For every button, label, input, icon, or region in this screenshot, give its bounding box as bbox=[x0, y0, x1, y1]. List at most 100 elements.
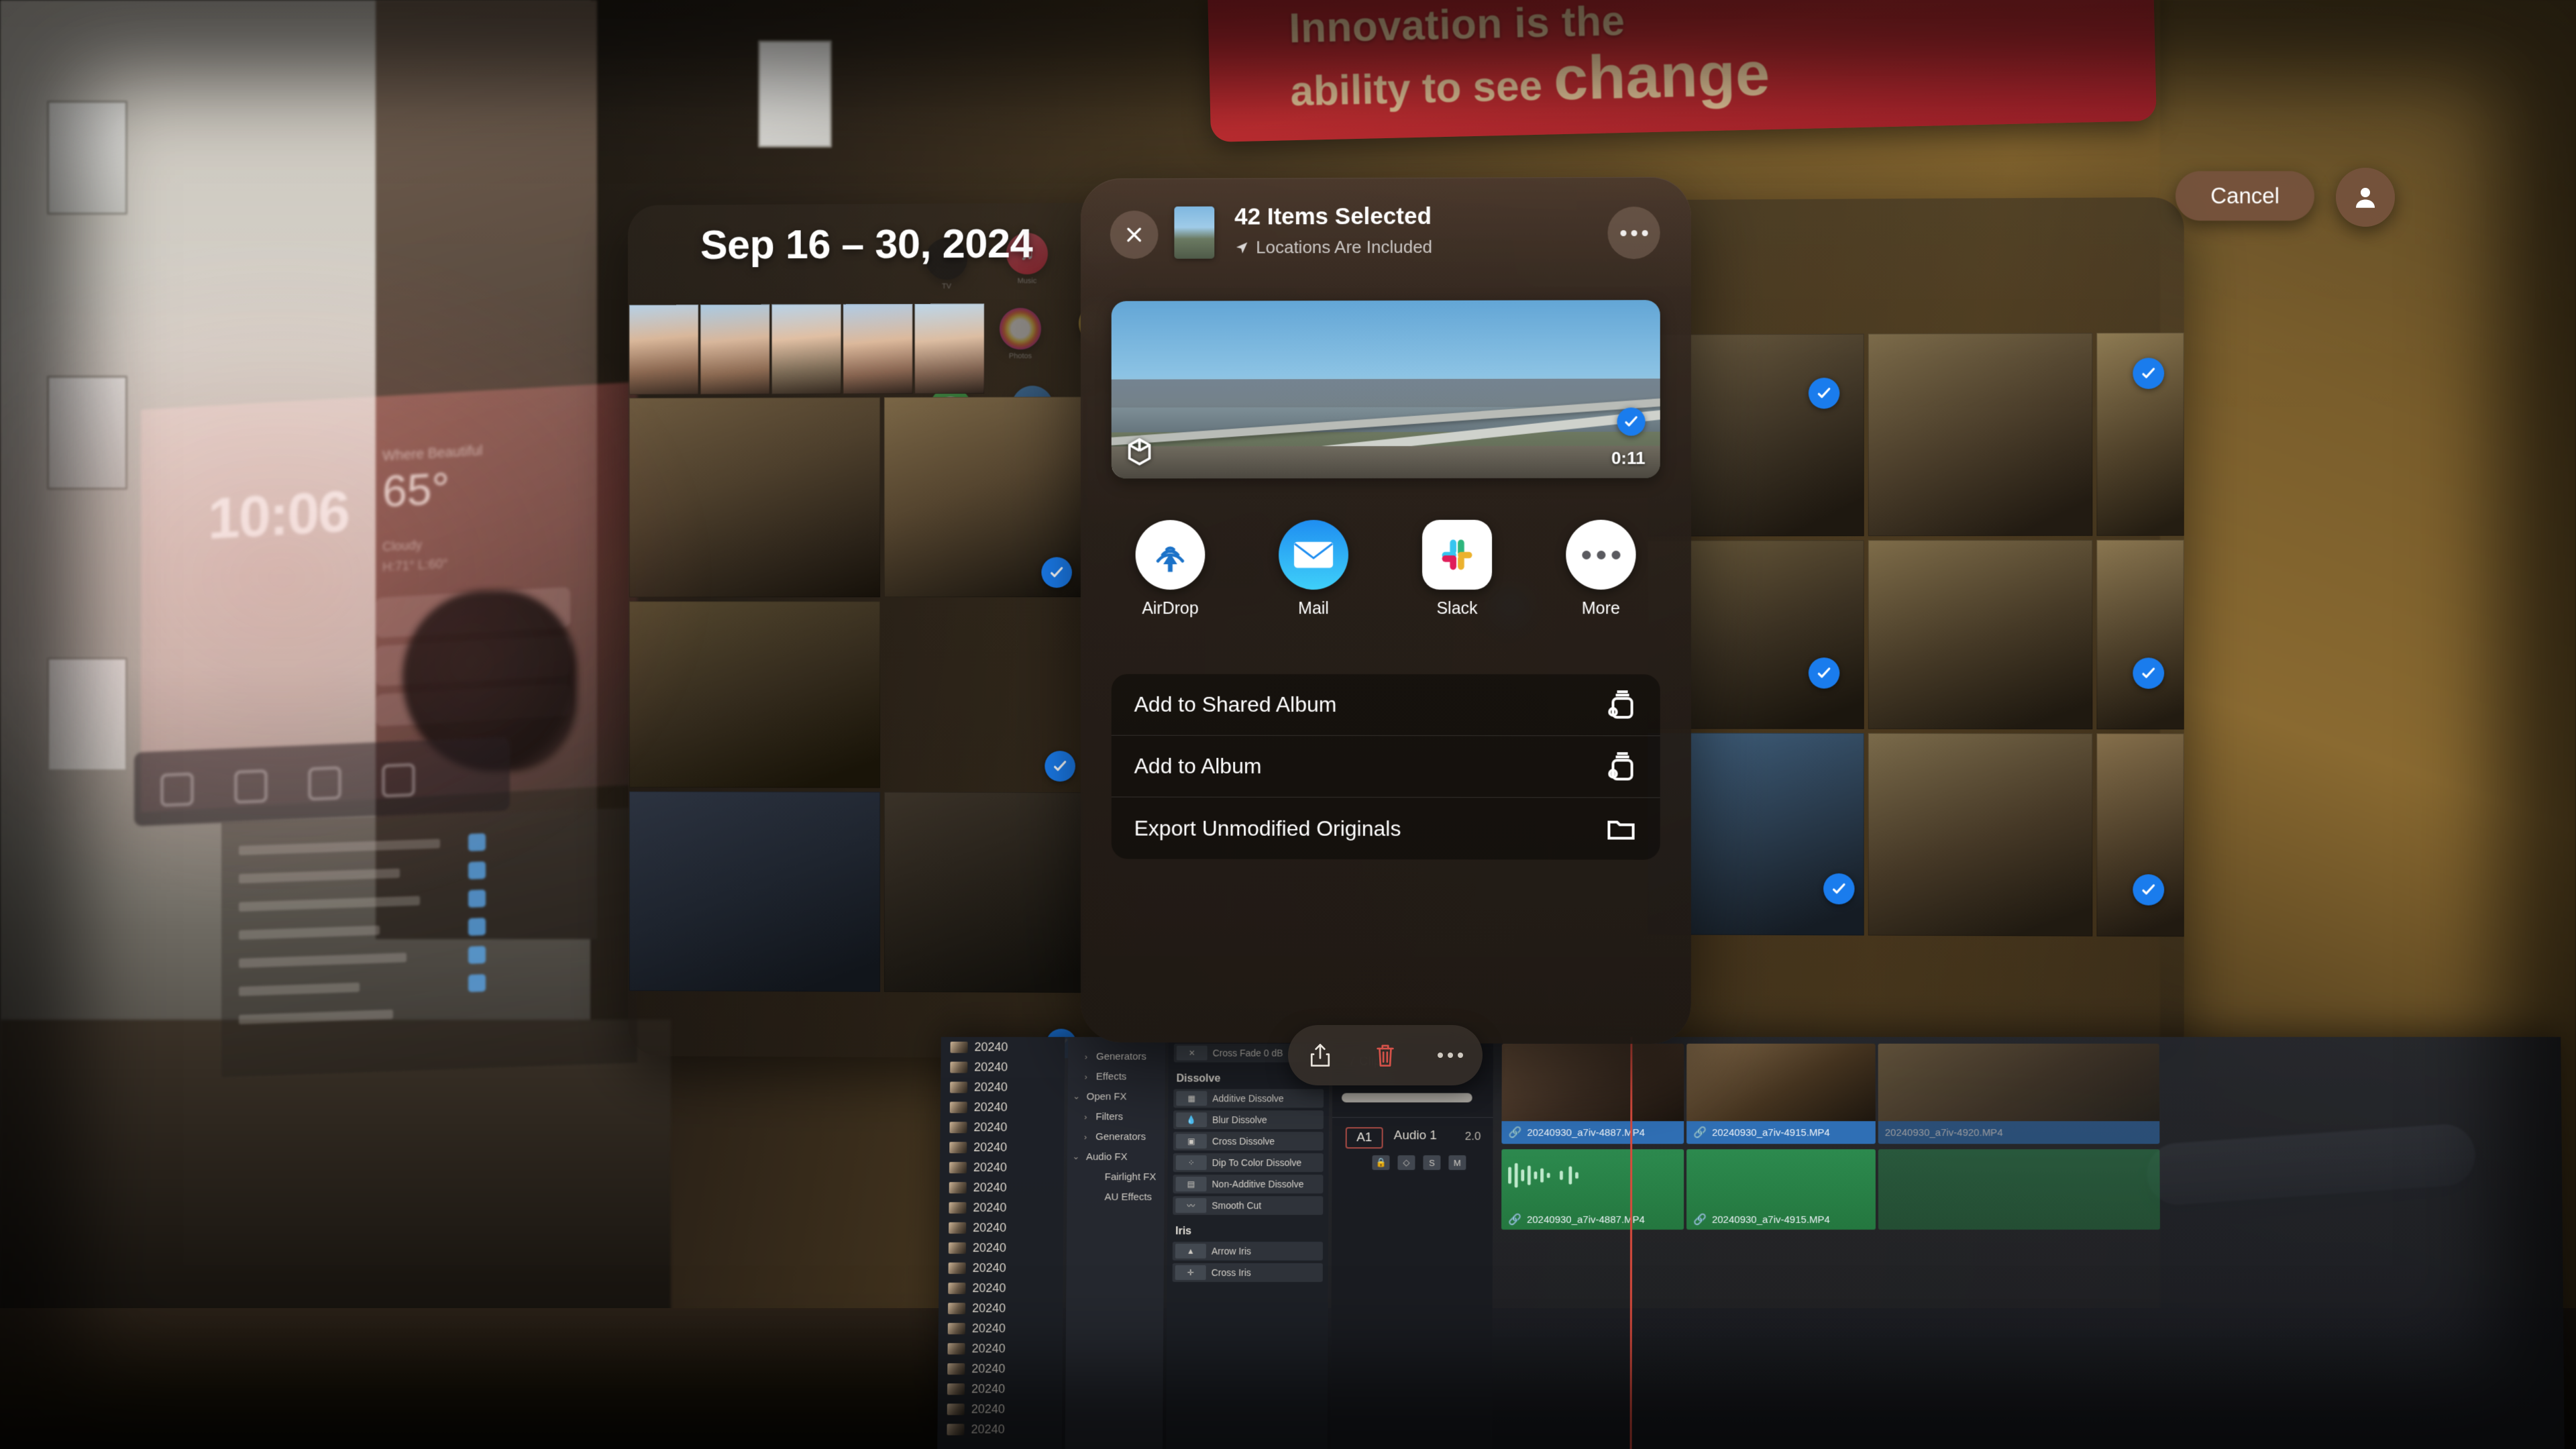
media-pool-item[interactable]: 20240 bbox=[941, 1097, 1065, 1117]
media-pool-item[interactable]: 20240 bbox=[938, 1278, 1063, 1298]
track-badge[interactable]: A1 bbox=[1346, 1127, 1383, 1148]
track-controls[interactable]: 🔒 ◇ S M bbox=[1372, 1155, 1466, 1170]
media-pool-item[interactable]: 20240 bbox=[939, 1258, 1063, 1278]
dissolve-effects[interactable]: ▦Additive Dissolve 💧Blur Dissolve ▣Cross D… bbox=[1173, 1089, 1324, 1215]
media-pool-item[interactable]: 20240 bbox=[938, 1338, 1062, 1358]
delete-button[interactable] bbox=[1371, 1040, 1400, 1070]
photo-selected-badge[interactable] bbox=[2133, 874, 2164, 906]
photos-bottom-toolbar[interactable] bbox=[1288, 1025, 1483, 1085]
media-pool-item[interactable]: 20240 bbox=[940, 1137, 1064, 1157]
effect-item[interactable]: ▤Non-Additive Dissolve bbox=[1173, 1175, 1323, 1193]
share-target-mail[interactable]: Mail bbox=[1260, 520, 1367, 619]
media-pool-list[interactable]: 2024020240202402024020240202402024020240… bbox=[937, 1037, 1065, 1449]
media-pool-item[interactable]: 20240 bbox=[938, 1399, 1063, 1419]
photo-thumbnail[interactable] bbox=[1868, 333, 2093, 536]
timeline-inspector[interactable]: 7 Clips A1 Audio 1 2.0 🔒 ◇ S M bbox=[1331, 1037, 1493, 1449]
photo-thumbnail[interactable] bbox=[843, 304, 913, 394]
effect-item[interactable]: ⁘Dip To Color Dissolve bbox=[1173, 1153, 1324, 1172]
effects-tree-node[interactable]: ⌄Open FX bbox=[1068, 1086, 1165, 1106]
share-media-preview[interactable]: 0:11 bbox=[1112, 300, 1660, 478]
account-avatar-button[interactable] bbox=[2336, 168, 2395, 227]
effects-tree-node[interactable]: ›Filters bbox=[1067, 1106, 1165, 1126]
effects-tree-node[interactable]: ›Generators bbox=[1068, 1046, 1165, 1067]
effects-library-list[interactable]: ✕ Cross Fade 0 dB Dissolve ▦Additive Dis… bbox=[1166, 1037, 1329, 1449]
photo-thumbnail[interactable] bbox=[914, 303, 984, 394]
media-pool-item[interactable]: 20240 bbox=[937, 1419, 1062, 1439]
effects-tree-node[interactable]: ⌄Audio FX bbox=[1067, 1146, 1165, 1167]
effect-item[interactable]: ▦Additive Dissolve bbox=[1173, 1089, 1324, 1108]
share-sheet[interactable]: 42 Items Selected Locations Are Included… bbox=[1081, 177, 1691, 1044]
effects-tree-node[interactable]: AU Effects bbox=[1067, 1187, 1164, 1207]
media-pool-item[interactable]: 20240 bbox=[940, 1157, 1064, 1177]
close-button[interactable] bbox=[1110, 211, 1159, 259]
video-clip[interactable]: 🔗20240930_a7iv-4887.MP4 bbox=[1501, 1044, 1684, 1144]
mute-button[interactable]: M bbox=[1448, 1155, 1466, 1170]
effects-tree[interactable]: ›Generators›Effects⌄Open FX›Filters›Gene… bbox=[1065, 1037, 1165, 1449]
photo-selected-badge[interactable] bbox=[1823, 873, 1854, 904]
photo-thumbnail[interactable] bbox=[771, 304, 841, 394]
share-target-slack[interactable]: Slack bbox=[1403, 520, 1511, 619]
effect-item[interactable]: ▣Cross Dissolve bbox=[1173, 1132, 1324, 1150]
preview-selected-badge[interactable] bbox=[1617, 407, 1646, 435]
audio-track-header[interactable]: A1 Audio 1 2.0 🔒 ◇ S M bbox=[1332, 1117, 1493, 1177]
share-action-export-unmodified-originals[interactable]: Export Unmodified Originals bbox=[1112, 798, 1660, 860]
effects-tree-node[interactable]: ›Effects bbox=[1068, 1067, 1165, 1087]
media-pool-item[interactable]: 20240 bbox=[940, 1117, 1064, 1137]
photo-thumbnail[interactable] bbox=[1868, 733, 2093, 936]
timeline-tracks[interactable]: 🔗20240930_a7iv-4887.MP4 🔗20240930_a7iv-4… bbox=[1495, 1037, 2565, 1449]
effect-item[interactable]: 〰Smooth Cut bbox=[1173, 1196, 1323, 1215]
photo-thumbnail[interactable] bbox=[629, 397, 880, 597]
playhead[interactable] bbox=[1630, 1037, 1633, 1449]
audio-clip[interactable]: 🔗20240930_a7iv-4915.MP4 bbox=[1686, 1149, 1876, 1230]
cancel-button[interactable]: Cancel bbox=[2176, 171, 2314, 221]
photo-thumbnail[interactable] bbox=[1868, 540, 2093, 729]
link-icon[interactable]: ◇ bbox=[1397, 1155, 1415, 1170]
video-clip[interactable]: 20240930_a7iv-4920.MP4 bbox=[1878, 1044, 2160, 1144]
media-pool-item[interactable]: 20240 bbox=[938, 1358, 1063, 1379]
photo-thumbnail[interactable] bbox=[2096, 733, 2184, 936]
photo-thumbnail[interactable] bbox=[629, 792, 880, 992]
share-button[interactable] bbox=[1305, 1040, 1335, 1070]
effects-tree-node[interactable]: ›Generators bbox=[1067, 1126, 1165, 1146]
timeline-scrollbar[interactable] bbox=[1342, 1093, 1472, 1102]
more-options-button[interactable] bbox=[1436, 1040, 1465, 1070]
share-actions-list[interactable]: Add to Shared Album Add to Album Export … bbox=[1112, 674, 1660, 860]
media-pool-item[interactable]: 20240 bbox=[940, 1177, 1064, 1197]
solo-button[interactable]: S bbox=[1423, 1155, 1440, 1170]
media-pool-item[interactable]: 20240 bbox=[938, 1298, 1063, 1318]
share-target-more[interactable]: More bbox=[1547, 520, 1654, 619]
photo-selected-badge[interactable] bbox=[1044, 751, 1075, 782]
share-target-airdrop[interactable]: AirDrop bbox=[1117, 520, 1224, 619]
media-pool-item[interactable]: 20240 bbox=[939, 1238, 1063, 1258]
media-pool-item[interactable]: 20240 bbox=[938, 1318, 1063, 1338]
effect-item[interactable]: ✛Cross Iris bbox=[1173, 1263, 1323, 1282]
share-action-add-to-shared-album[interactable]: Add to Shared Album bbox=[1112, 674, 1660, 737]
photo-thumbnail[interactable] bbox=[629, 305, 698, 394]
photo-thumbnail[interactable] bbox=[629, 601, 880, 788]
media-pool-item[interactable]: 20240 bbox=[941, 1057, 1065, 1077]
media-pool-item[interactable]: 20240 bbox=[941, 1077, 1065, 1097]
iris-effects[interactable]: ▲Arrow Iris✛Cross Iris bbox=[1173, 1242, 1323, 1282]
photo-thumbnail[interactable] bbox=[2096, 540, 2184, 730]
photo-thumbnail[interactable] bbox=[700, 305, 769, 394]
share-sheet-subtitle-row[interactable]: Locations Are Included bbox=[1234, 237, 1432, 258]
video-clip[interactable]: 🔗20240930_a7iv-4915.MP4 bbox=[1686, 1044, 1876, 1144]
media-pool-item[interactable]: 20240 bbox=[941, 1037, 1065, 1057]
share-action-add-to-album[interactable]: Add to Album bbox=[1112, 736, 1660, 798]
effects-tree-node[interactable]: Fairlight FX bbox=[1067, 1167, 1165, 1187]
photo-selected-badge[interactable] bbox=[1809, 657, 1839, 688]
media-pool-item[interactable]: 20240 bbox=[939, 1197, 1063, 1218]
photo-selected-badge[interactable] bbox=[2133, 358, 2164, 389]
share-targets-row[interactable]: AirDrop Mail bbox=[1081, 520, 1691, 647]
photo-selected-badge[interactable] bbox=[1809, 378, 1839, 409]
davinci-resolve-window[interactable]: 2024020240202402024020240202402024020240… bbox=[937, 1037, 2565, 1449]
lock-icon[interactable]: 🔒 bbox=[1372, 1155, 1389, 1170]
audio-clip[interactable]: 🔗20240930_a7iv-4887.MP4 bbox=[1501, 1149, 1684, 1230]
photo-thumbnail[interactable] bbox=[884, 792, 1083, 993]
photo-selected-badge[interactable] bbox=[1041, 557, 1072, 588]
photo-selected-badge[interactable] bbox=[2133, 657, 2164, 688]
media-pool-item[interactable]: 20240 bbox=[938, 1379, 1063, 1399]
effect-item[interactable]: 💧Blur Dissolve bbox=[1173, 1110, 1324, 1129]
media-pool-item[interactable]: 20240 bbox=[939, 1218, 1063, 1238]
share-options-button[interactable] bbox=[1607, 207, 1660, 259]
